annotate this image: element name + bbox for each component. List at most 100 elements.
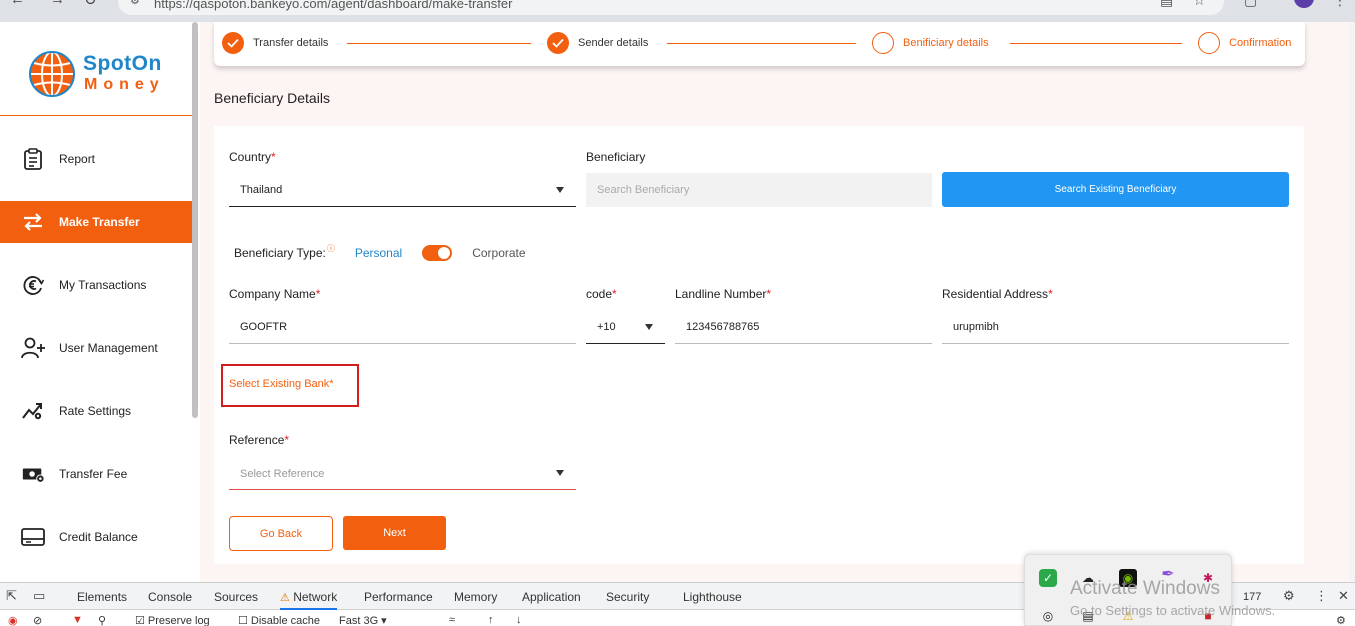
fingerprint-icon[interactable]: ◎	[1039, 607, 1057, 625]
import-har-icon[interactable]: ↑	[488, 614, 494, 626]
reference-select[interactable]: Select Reference	[229, 456, 576, 490]
logo-divider	[0, 115, 192, 116]
search-existing-beneficiary-button[interactable]: Search Existing Beneficiary	[942, 172, 1289, 207]
devtools-menu-icon[interactable]: ⋮	[1315, 588, 1328, 604]
devtools-tab-security[interactable]: Security	[606, 590, 649, 604]
beneficiary-type-row: Beneficiary Type: ⓘ Personal Corporate	[234, 243, 526, 263]
bookmark-star-icon[interactable]: ☆	[1193, 0, 1206, 9]
network-conditions-icon[interactable]: ≈	[449, 614, 455, 626]
devtools-tab-network[interactable]: ⚠ Network	[280, 590, 338, 610]
search-icon[interactable]: ⚲	[98, 614, 106, 626]
step-connector	[347, 43, 531, 44]
euro-exchange-icon	[21, 273, 45, 297]
page-title: Beneficiary Details	[214, 90, 330, 106]
activate-windows-subtext: Go to Settings to activate Windows.	[1070, 603, 1276, 618]
country-code-select[interactable]: +10	[586, 310, 665, 344]
spoton-money-logo[interactable]: SpotOn Money	[28, 50, 168, 102]
devtools-tab-console[interactable]: Console	[148, 590, 192, 604]
site-info-icon[interactable]: ⚙	[130, 0, 140, 7]
close-icon[interactable]: ✕	[1338, 588, 1349, 604]
empty-circle-icon	[1198, 32, 1220, 54]
sidebar-item-rate-settings[interactable]: Rate Settings	[0, 390, 192, 432]
reload-icon[interactable]: ↻	[84, 0, 97, 9]
sidebar-item-label: Credit Balance	[59, 530, 138, 544]
sidebar-item-make-transfer[interactable]: Make Transfer	[0, 201, 192, 243]
main-scrollbar[interactable]	[1349, 22, 1355, 582]
company-name-input[interactable]: GOOFTR	[229, 310, 576, 344]
inspect-element-icon[interactable]: ⇱	[6, 588, 17, 604]
landline-value: 123456788765	[686, 321, 760, 333]
devtools-tab-memory[interactable]: Memory	[454, 590, 497, 604]
devtools-tab-lighthouse[interactable]: Lighthouse	[683, 590, 742, 604]
sidebar: SpotOn Money Report Make Transfer My Tra…	[0, 22, 192, 582]
reference-placeholder: Select Reference	[240, 468, 325, 480]
country-code-value: +10	[597, 321, 616, 333]
select-existing-bank-label: Select Existing Bank*	[229, 378, 334, 390]
reference-label: Reference*	[229, 433, 290, 447]
sidebar-item-label: Make Transfer	[59, 215, 140, 229]
checkmark-icon	[222, 32, 244, 54]
device-toolbar-icon[interactable]: ▭	[33, 588, 45, 604]
sidebar-item-label: Rate Settings	[59, 404, 132, 418]
tab-search-icon[interactable]: ▢	[1244, 0, 1257, 9]
address-value: urupmibh	[953, 321, 999, 333]
activate-windows-watermark: Activate Windows	[1070, 578, 1220, 599]
devtools-tab-performance[interactable]: Performance	[364, 590, 433, 604]
sidebar-item-user-management[interactable]: User Management	[0, 327, 192, 369]
type-option-corporate[interactable]: Corporate	[472, 246, 525, 260]
sidebar-item-transfer-fee[interactable]: Transfer Fee	[0, 453, 192, 495]
chevron-down-icon	[556, 187, 564, 193]
clear-icon[interactable]: ⊘	[33, 614, 42, 626]
throttling-select[interactable]: Fast 3G ▾	[339, 614, 387, 626]
next-button[interactable]: Next	[343, 516, 446, 550]
devtools-tab-application[interactable]: Application	[522, 590, 581, 604]
browser-menu-icon[interactable]: ⋮	[1333, 0, 1347, 9]
back-arrow-icon[interactable]: ←	[10, 0, 25, 8]
search-beneficiary-input[interactable]	[586, 173, 932, 207]
main-content: Transfer details Sender details Benifici…	[200, 22, 1355, 582]
sidebar-item-my-transactions[interactable]: My Transactions	[0, 264, 192, 306]
landline-input[interactable]: 123456788765	[675, 310, 932, 344]
company-name-value: GOOFTR	[240, 321, 288, 333]
record-icon[interactable]: ◉	[8, 614, 18, 626]
select-existing-bank-highlight[interactable]: Select Existing Bank*	[221, 364, 359, 407]
export-har-icon[interactable]: ↓	[516, 614, 522, 626]
network-settings-icon[interactable]: ⚙	[1336, 614, 1346, 626]
type-option-personal[interactable]: Personal	[355, 246, 402, 260]
transfer-stepper: Transfer details Sender details Benifici…	[214, 22, 1305, 66]
filter-icon[interactable]: ▼	[72, 614, 83, 626]
country-select[interactable]: Thailand	[229, 173, 576, 207]
disable-cache-checkbox[interactable]: ☐ Disable cache	[238, 614, 320, 626]
settings-gear-icon[interactable]: ⚙	[1283, 588, 1295, 604]
shield-check-icon[interactable]: ✓	[1039, 569, 1057, 587]
preserve-log-checkbox[interactable]: ☑ Preserve log	[135, 614, 210, 626]
install-app-icon[interactable]: ▤	[1160, 0, 1173, 9]
step-label: Confirmation	[1229, 37, 1292, 49]
sidebar-item-credit-balance[interactable]: Credit Balance	[0, 516, 192, 558]
profile-avatar[interactable]	[1294, 0, 1314, 8]
sidebar-scrollbar[interactable]	[192, 22, 198, 418]
sidebar-item-label: Transfer Fee	[59, 467, 128, 481]
devtools-tab-sources[interactable]: Sources	[214, 590, 258, 604]
browser-toolbar: ← → ↻ ⚙ https://qaspoton.bankeyo.com/age…	[0, 0, 1355, 22]
devtools-tab-elements[interactable]: Elements	[77, 590, 127, 604]
beneficiary-label: Beneficiary	[586, 150, 646, 164]
address-input[interactable]: urupmibh	[942, 310, 1289, 344]
step-label: Transfer details	[253, 37, 329, 49]
sidebar-item-label: My Transactions	[59, 278, 147, 292]
chevron-down-icon	[645, 324, 653, 330]
url-text: https://qaspoton.bankeyo.com/agent/dashb…	[154, 0, 513, 11]
step-label: Sender details	[578, 37, 649, 49]
card-icon	[21, 525, 45, 549]
empty-circle-icon	[872, 32, 894, 54]
company-name-label: Company Name*	[229, 287, 321, 301]
go-back-button[interactable]: Go Back	[229, 516, 333, 551]
warning-icon: ⚠	[280, 592, 290, 604]
address-bar[interactable]: ⚙ https://qaspoton.bankeyo.com/agent/das…	[118, 0, 1224, 15]
step-sender-details: Sender details	[547, 32, 648, 54]
landline-label: Landline Number*	[675, 287, 772, 301]
beneficiary-type-toggle[interactable]	[422, 245, 453, 261]
sidebar-item-label: User Management	[59, 341, 158, 355]
sidebar-item-report[interactable]: Report	[0, 138, 192, 180]
forward-arrow-icon[interactable]: →	[50, 0, 65, 8]
